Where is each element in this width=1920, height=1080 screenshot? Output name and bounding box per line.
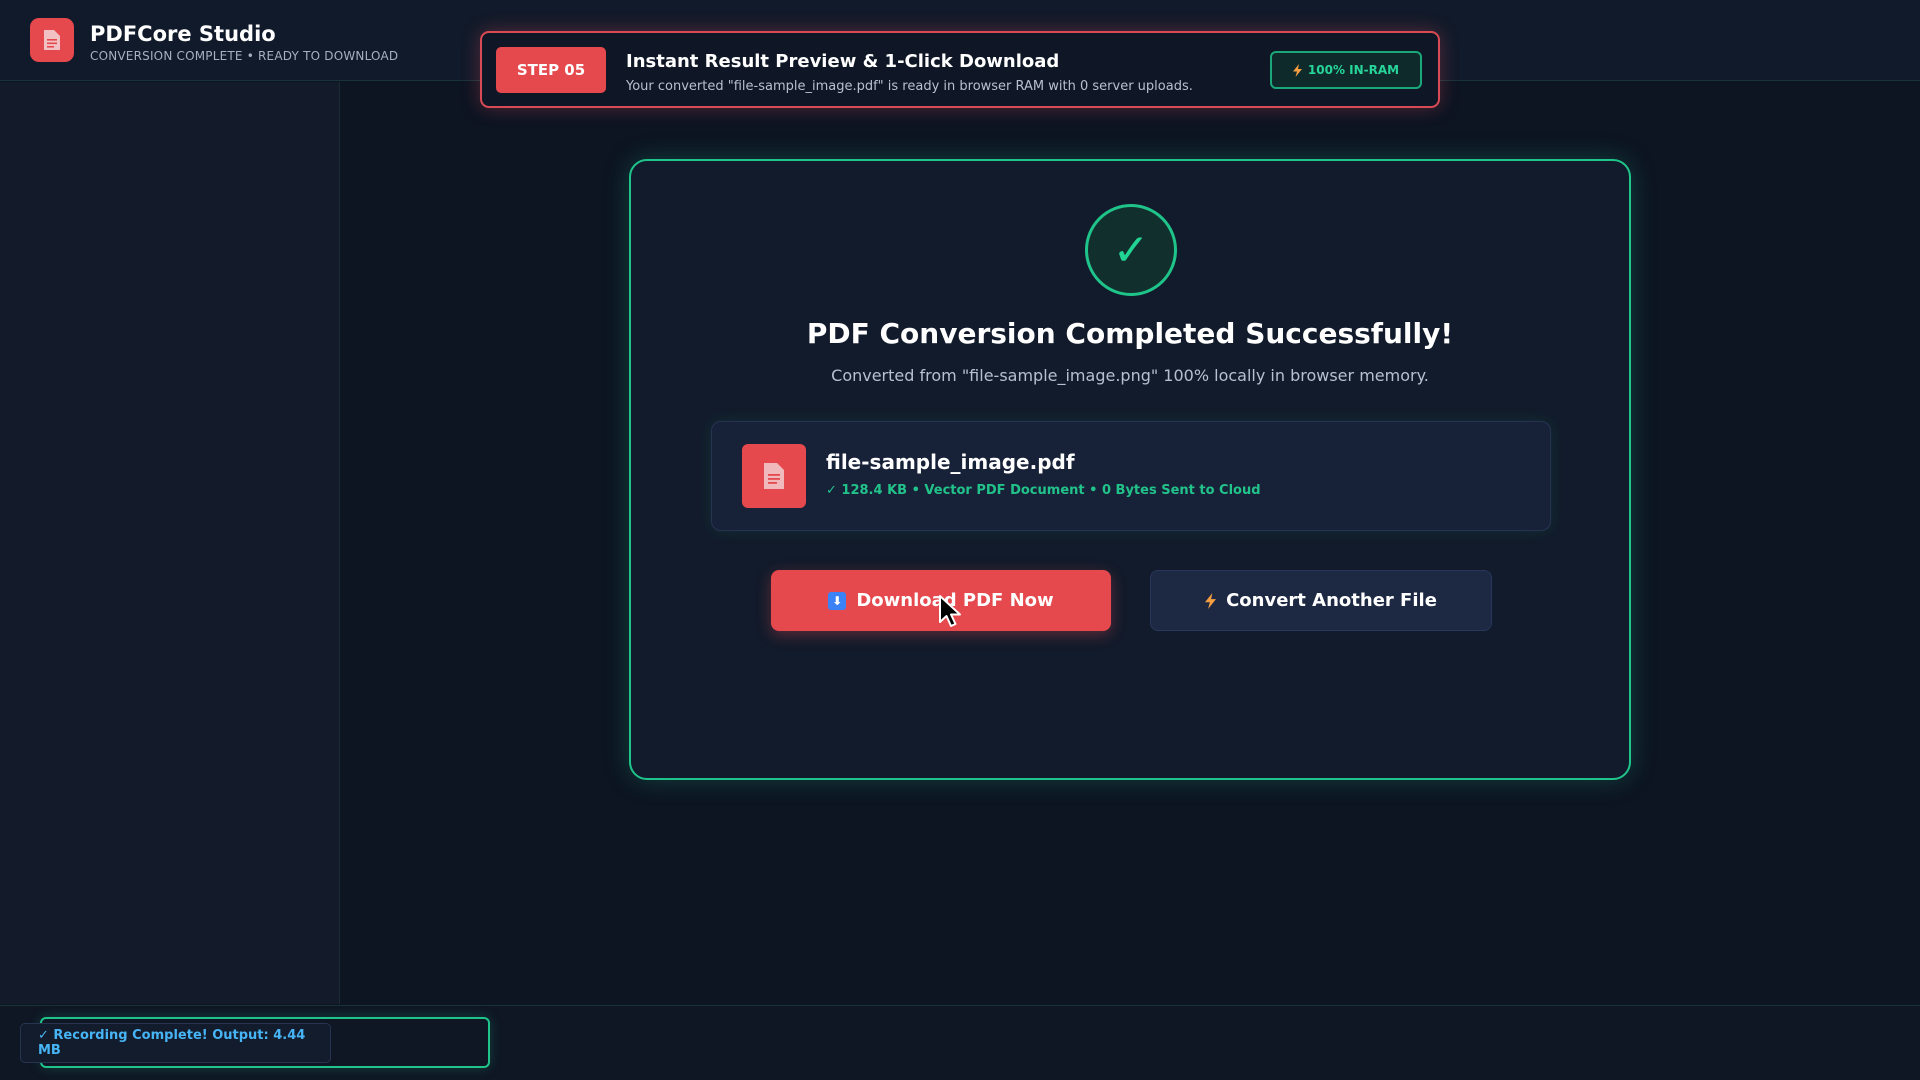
convert-button-label: Convert Another File [1226, 590, 1437, 611]
output-file-name: file-sample_image.pdf [826, 450, 1075, 474]
in-ram-badge: 100% IN-RAM [1270, 51, 1422, 89]
download-pdf-button[interactable]: ⬇ Download PDF Now [771, 570, 1111, 631]
app-subtitle: CONVERSION COMPLETE • READY TO DOWNLOAD [90, 49, 399, 63]
document-icon [44, 30, 60, 50]
output-file-item: file-sample_image.pdf ✓ 128.4 KB • Vecto… [711, 421, 1551, 531]
download-button-label: Download PDF Now [856, 590, 1054, 611]
convert-another-button[interactable]: Convert Another File [1150, 570, 1492, 631]
output-file-meta: ✓ 128.4 KB • Vector PDF Document • 0 Byt… [826, 483, 1261, 498]
step-badge: STEP 05 [496, 47, 606, 93]
pdf-file-icon [742, 444, 806, 508]
app-title: PDFCore Studio [90, 22, 276, 46]
lightning-icon [1292, 63, 1302, 77]
step-banner: STEP 05 Instant Result Preview & 1-Click… [480, 31, 1440, 108]
brand-logo [30, 18, 74, 62]
download-icon: ⬇ [828, 591, 847, 610]
success-check-icon: ✓ [1085, 204, 1177, 296]
step-title: Instant Result Preview & 1-Click Downloa… [626, 51, 1060, 72]
result-title: PDF Conversion Completed Successfully! [806, 317, 1454, 350]
result-subtitle: Converted from "file-sample_image.png" 1… [831, 366, 1429, 385]
step-description: Your converted "file-sample_image.pdf" i… [626, 79, 1193, 94]
in-ram-label: 100% IN-RAM [1307, 63, 1400, 77]
lightning-icon [1205, 592, 1217, 609]
recording-status: ✓ Recording Complete! Output: 4.44 MB [20, 1023, 331, 1063]
document-icon [764, 463, 784, 489]
sidebar [0, 82, 340, 1004]
bottom-status-bar: ✓ Recording Complete! Output: 4.44 MB [0, 1005, 1920, 1080]
result-card: ✓ PDF Conversion Completed Successfully!… [629, 159, 1631, 780]
app-window: PDFCore Studio CONVERSION COMPLETE • REA… [0, 0, 1920, 1080]
